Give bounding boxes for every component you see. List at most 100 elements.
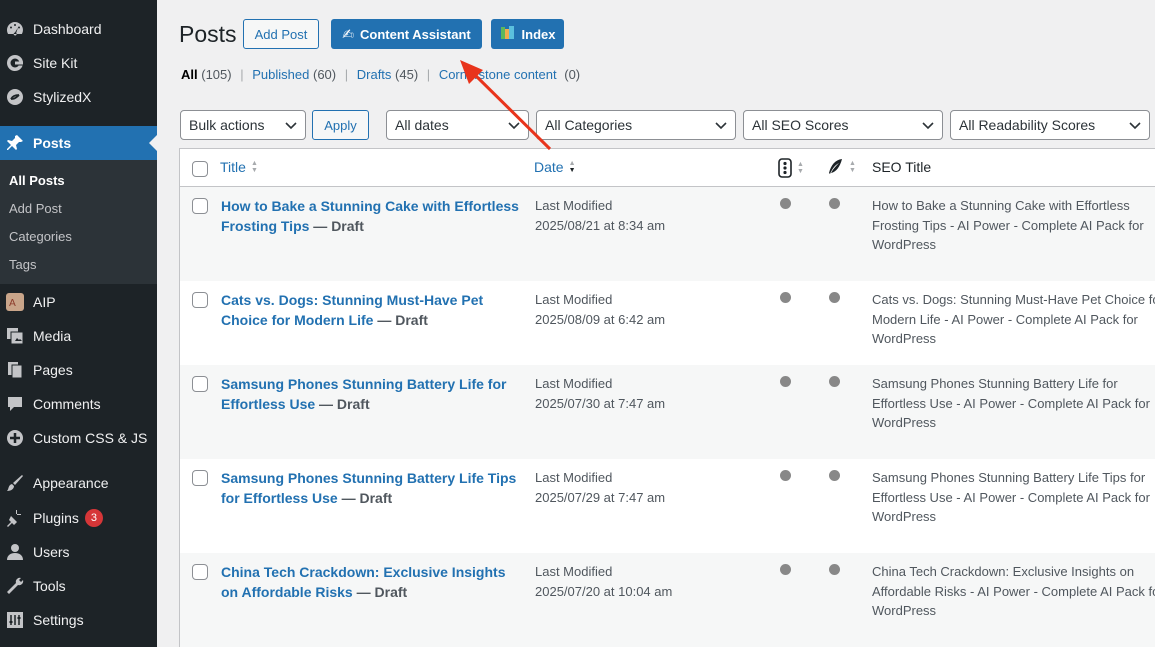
sidebar-item-posts[interactable]: Posts (0, 126, 157, 160)
sidebar-item-plugins[interactable]: Plugins 3 (0, 501, 157, 535)
date-label: Last Modified (535, 376, 613, 391)
sidebar-item-comments[interactable]: Comments (0, 387, 157, 421)
submenu-add-post[interactable]: Add Post (9, 201, 62, 216)
seo-score-indicator (780, 292, 791, 303)
column-title-label: Title (220, 159, 246, 175)
wrench-icon (5, 576, 25, 596)
post-date-cell: Last Modified 2025/07/29 at 7:47 am (535, 468, 665, 508)
post-state: — Draft (373, 312, 428, 328)
bulk-actions-value: Bulk actions (189, 117, 265, 133)
post-date-cell: Last Modified 2025/08/09 at 6:42 am (535, 290, 665, 330)
readability-filter-value: All Readability Scores (959, 117, 1096, 133)
books-icon (500, 25, 516, 43)
plugin-icon (5, 508, 25, 528)
sidebar-item-settings[interactable]: Settings (0, 603, 157, 637)
chevron-down-icon (715, 122, 727, 130)
post-title-cell: Samsung Phones Stunning Battery Life Tip… (221, 468, 521, 508)
seo-score-indicator (780, 198, 791, 209)
bulk-actions-select[interactable]: Bulk actions (180, 110, 306, 140)
dates-filter-select[interactable]: All dates (386, 110, 529, 140)
view-published[interactable]: Published (252, 67, 309, 82)
seo-score-indicator (780, 376, 791, 387)
table-row: Samsung Phones Stunning Battery Life for… (180, 365, 1155, 459)
sidebar-item-label: Appearance (33, 475, 109, 491)
seo-score-filter-value: All SEO Scores (752, 117, 849, 133)
view-cornerstone-count: (0) (564, 67, 581, 82)
sidebar-item-label: Site Kit (33, 55, 78, 71)
table-header: Title ▲ ▼ Date ▲ ▼ ▲ ▼ ▲ ▼ SEO Title (180, 149, 1155, 187)
sidebar-item-stylizedx[interactable]: StylizedX (0, 80, 157, 114)
dashboard-icon (5, 19, 25, 39)
sidebar-item-users[interactable]: Users (0, 535, 157, 569)
post-state: — Draft (337, 490, 393, 506)
chevron-down-icon (508, 122, 520, 130)
view-cornerstone[interactable]: Cornerstone content (439, 67, 557, 82)
sidebar-item-label: Posts (33, 135, 72, 151)
date-label: Last Modified (535, 470, 613, 485)
sidebar-item-custom-css-js[interactable]: Custom CSS & JS (0, 421, 157, 455)
date-label: Last Modified (535, 198, 613, 213)
row-checkbox[interactable] (192, 376, 208, 392)
row-checkbox[interactable] (192, 564, 208, 580)
categories-filter-value: All Categories (545, 117, 633, 133)
readability-filter-select[interactable]: All Readability Scores (950, 110, 1150, 140)
seo-title-cell: Cats vs. Dogs: Stunning Must-Have Pet Ch… (872, 292, 1155, 346)
seo-title-cell: Samsung Phones Stunning Battery Life Tip… (872, 470, 1150, 524)
column-readability[interactable]: ▲ ▼ (826, 158, 856, 176)
seo-traffic-light-icon (778, 158, 792, 178)
submenu-categories[interactable]: Categories (9, 229, 72, 244)
column-seo-title: SEO Title (872, 159, 932, 175)
svg-text:A: A (9, 298, 16, 309)
table-row: Samsung Phones Stunning Battery Life Tip… (180, 459, 1155, 553)
submenu-all-posts[interactable]: All Posts (9, 173, 65, 188)
categories-filter-select[interactable]: All Categories (536, 110, 736, 140)
sidebar-item-label: Plugins (33, 510, 79, 526)
sidebar-item-label: StylizedX (33, 89, 92, 105)
readability-feather-icon (829, 159, 842, 174)
post-title-link[interactable]: How to Bake a Stunning Cake with Effortl… (221, 198, 519, 234)
sidebar-item-pages[interactable]: Pages (0, 353, 157, 387)
posts-submenu: All Posts Add Post Categories Tags (0, 160, 157, 284)
post-date-cell: Last Modified 2025/07/20 at 10:04 am (535, 562, 672, 602)
admin-sidebar: Dashboard Site Kit StylizedX Posts All P… (0, 0, 157, 647)
table-row: How to Bake a Stunning Cake with Effortl… (180, 187, 1155, 281)
row-checkbox[interactable] (192, 198, 208, 214)
sort-icon: ▲ ▼ (849, 160, 856, 174)
seo-score-filter-select[interactable]: All SEO Scores (743, 110, 943, 140)
index-button[interactable]: Index (491, 19, 564, 49)
row-checkbox[interactable] (192, 292, 208, 308)
view-all[interactable]: All (181, 67, 198, 82)
comments-icon (5, 394, 25, 414)
sidebar-item-aip[interactable]: A AIP (0, 285, 157, 319)
column-date[interactable]: Date ▲ ▼ (534, 159, 576, 175)
content-assistant-button[interactable]: ✍ Content Assistant (331, 19, 482, 49)
row-checkbox[interactable] (192, 470, 208, 486)
column-title[interactable]: Title ▲ ▼ (220, 159, 258, 175)
user-icon (5, 542, 25, 562)
view-drafts[interactable]: Drafts (357, 67, 392, 82)
sidebar-item-dashboard[interactable]: Dashboard (0, 12, 157, 46)
separator: | (240, 67, 244, 82)
chevron-down-icon (285, 122, 297, 130)
sidebar-item-tools[interactable]: Tools (0, 569, 157, 603)
sidebar-item-appearance[interactable]: Appearance (0, 466, 157, 500)
post-title-cell: How to Bake a Stunning Cake with Effortl… (221, 196, 521, 236)
post-title-link[interactable]: Cats vs. Dogs: Stunning Must-Have Pet Ch… (221, 292, 483, 328)
sort-icon: ▲ ▼ (797, 161, 804, 175)
seo-title-cell: China Tech Crackdown: Exclusive Insights… (872, 564, 1155, 618)
post-date-cell: Last Modified 2025/07/30 at 7:47 am (535, 374, 665, 414)
sort-desc-icon: ▲ ▼ (568, 160, 576, 174)
sidebar-item-site-kit[interactable]: Site Kit (0, 46, 157, 80)
submenu-tags[interactable]: Tags (9, 257, 36, 272)
seo-score-indicator (780, 564, 791, 575)
sidebar-item-label: Settings (33, 612, 84, 628)
sidebar-item-media[interactable]: Media (0, 319, 157, 353)
readability-score-indicator (829, 376, 840, 387)
sidebar-item-label: Dashboard (33, 21, 102, 37)
add-post-button[interactable]: Add Post (243, 19, 319, 49)
apply-button[interactable]: Apply (312, 110, 369, 140)
select-all-checkbox[interactable] (192, 161, 208, 177)
column-seo-score[interactable]: ▲ ▼ (778, 158, 804, 178)
date-label: Last Modified (535, 292, 613, 307)
plus-circle-icon (5, 428, 25, 448)
